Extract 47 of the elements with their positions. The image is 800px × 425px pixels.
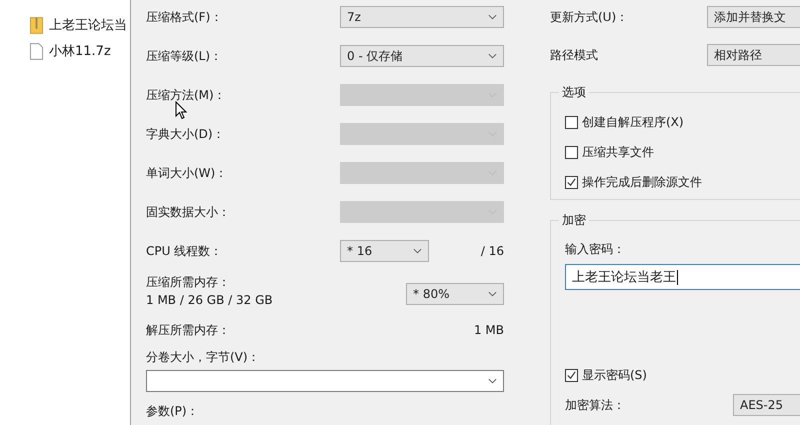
field-label: 固实数据大小： xyxy=(146,204,230,221)
field-label: 更新方式(U)： xyxy=(550,9,630,26)
dropdown[interactable]: * 16 xyxy=(340,240,429,262)
chevron-icon xyxy=(488,53,497,59)
field-label: 加密算法： xyxy=(565,397,625,414)
chevron-icon xyxy=(488,291,497,297)
checkbox[interactable] xyxy=(565,116,578,128)
chevron-icon xyxy=(413,248,422,254)
mouse-cursor-icon xyxy=(175,101,187,120)
password-field[interactable]: 上老王论坛当老王 xyxy=(565,264,800,290)
checkbox-label[interactable]: 压缩共享文件 xyxy=(582,144,654,160)
field-label: 字典大小(D)： xyxy=(146,126,225,143)
file-name[interactable]: 上老王论坛当 xyxy=(49,16,127,34)
group-title: 加密 xyxy=(561,212,587,229)
checkbox[interactable] xyxy=(565,176,578,188)
thread-count: / 16 xyxy=(480,243,504,260)
field-label: CPU 线程数： xyxy=(146,243,224,260)
dropdown[interactable]: 添加并替换文 xyxy=(707,6,800,28)
field-label: 压缩格式(F)： xyxy=(146,9,222,26)
chevron-icon xyxy=(488,14,497,20)
dropdown[interactable]: 相对路径 xyxy=(707,44,800,66)
dropdown[interactable]: 0 - 仅存储 xyxy=(340,45,504,67)
group-title: 选项 xyxy=(561,84,587,101)
field-label: 压缩等级(L)： xyxy=(146,48,222,65)
checkbox-label[interactable]: 创建自解压程序(X) xyxy=(582,114,684,130)
field-label: 压缩所需内存： xyxy=(146,274,231,291)
dropdown[interactable]: AES-25 xyxy=(733,394,800,416)
field-label: 参数(P)： xyxy=(146,404,199,418)
chevron-icon xyxy=(488,378,497,384)
field-label: 分卷大小，字节(V)： xyxy=(146,349,261,366)
field-label: 解压所需内存： xyxy=(146,322,230,339)
combo-field[interactable] xyxy=(146,370,504,392)
file-name[interactable]: 小林11.7z xyxy=(49,42,111,60)
checkbox[interactable] xyxy=(565,146,578,158)
checkbox[interactable] xyxy=(565,368,578,382)
dropdown[interactable]: * 80% xyxy=(406,283,504,305)
checkbox-label[interactable]: 操作完成后删除源文件 xyxy=(582,174,702,190)
field-label: 输入密码： xyxy=(565,241,626,258)
memory-usage: 1 MB / 26 GB / 32 GB xyxy=(146,293,273,307)
dropdown[interactable]: 7z xyxy=(340,6,504,28)
checkbox-label[interactable]: 显示密码(S) xyxy=(582,366,647,384)
field-label: 单词大小(W)： xyxy=(146,165,228,182)
field-label: 路径模式 xyxy=(550,47,599,64)
field-label: 压缩方法(M)： xyxy=(146,87,226,104)
memory-value: 1 MB xyxy=(474,322,504,339)
zip-folder-icon xyxy=(30,16,43,34)
file-icon xyxy=(30,42,43,60)
